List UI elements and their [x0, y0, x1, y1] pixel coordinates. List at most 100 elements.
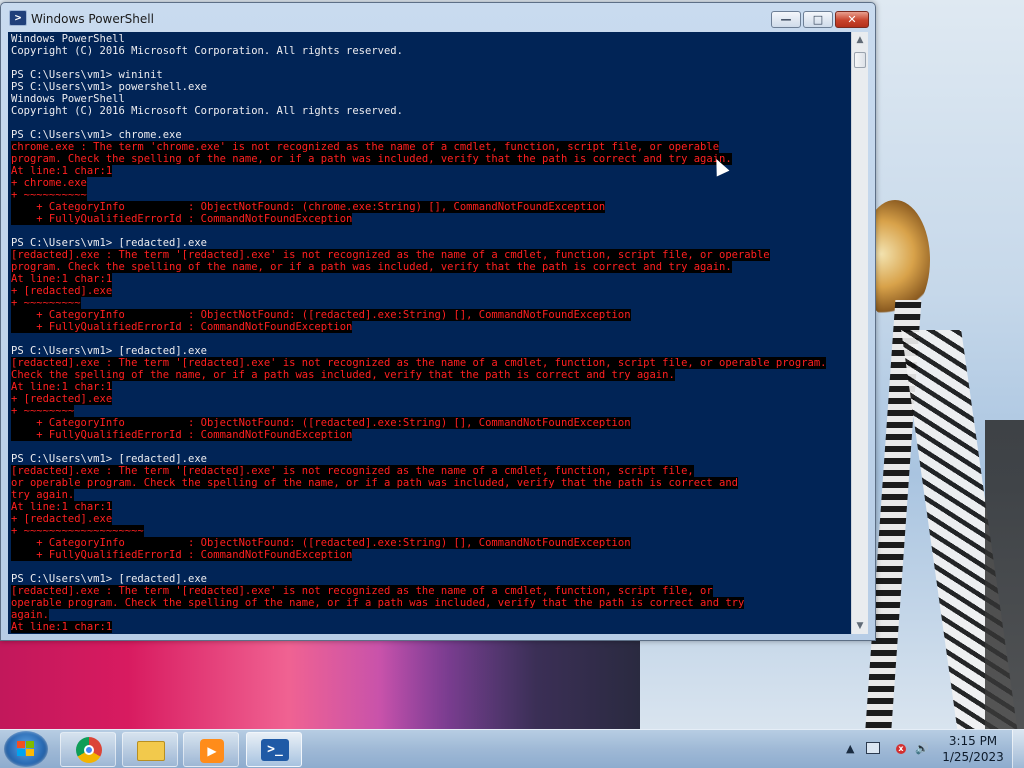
console-line-text: At line:1 char:1 [11, 165, 113, 177]
console-error-line: + FullyQualifiedErrorId : CommandNotFoun… [11, 321, 826, 333]
console-error-line: program. Check the spelling of the name,… [11, 261, 826, 273]
folder-icon [137, 741, 165, 761]
console-output-line [11, 561, 826, 573]
vertical-scrollbar[interactable]: ▲ ▼ [851, 32, 868, 634]
console-output-line [11, 333, 826, 345]
powershell-icon[interactable]: > [9, 10, 27, 26]
console-error-line: try again. [11, 489, 826, 501]
console-error-line: + CategoryInfo : ObjectNotFound: (chrome… [11, 201, 826, 213]
console-line-text: At line:1 char:1 [11, 501, 113, 513]
window-titlebar[interactable]: > Windows PowerShell — □ ✕ [1, 3, 875, 31]
maximize-icon: □ [812, 13, 824, 26]
taskbar-powershell-button[interactable]: >_ [246, 732, 302, 767]
console-error-line: or operable program. Check the spelling … [11, 477, 826, 489]
console-error-line: + ~~~~~~~~~~~~~~~~~~~ [11, 525, 826, 537]
console-error-line: At line:1 char:1 [11, 273, 826, 285]
console-line-text: chrome.exe : The term 'chrome.exe' is no… [11, 141, 720, 153]
taskbar-explorer-button[interactable] [122, 732, 178, 767]
wallpaper-building-shadow [380, 640, 640, 729]
console-error-line: At line:1 char:1 [11, 165, 826, 177]
console-line-text: PS C:\Users\vm1> [redacted].exe [11, 345, 207, 357]
console-error-line: + [redacted].exe [11, 285, 826, 297]
show-hidden-icons-icon[interactable]: ▲ [846, 742, 854, 755]
console-output[interactable]: Windows PowerShell Copyright (C) 2016 Mic… [8, 32, 851, 634]
console-line-text: [redacted].exe : The term '[redacted].ex… [11, 585, 713, 597]
start-button[interactable] [4, 731, 48, 767]
show-desktop-button[interactable] [1012, 730, 1024, 768]
console-output-line: PS C:\Users\vm1> wininit [11, 69, 826, 81]
clock-time: 3:15 PM [948, 734, 998, 748]
console-error-line: [redacted].exe : The term '[redacted].ex… [11, 249, 826, 261]
console-line-text: Windows PowerShell [11, 33, 125, 45]
console-output-line: Copyright (C) 2016 Microsoft Corporation… [11, 105, 826, 117]
close-button[interactable]: ✕ [835, 11, 869, 28]
console-error-line: operable program. Check the spelling of … [11, 597, 826, 609]
console-error-line: At line:1 char:1 [11, 381, 826, 393]
maximize-button[interactable]: □ [803, 11, 833, 28]
console-line-text: PS C:\Users\vm1> [redacted].exe [11, 573, 207, 585]
console-error-line: [redacted].exe : The term '[redacted].ex… [11, 465, 826, 477]
console-error-line: + ~~~~~~~~~~ [11, 189, 826, 201]
console-output-line [11, 441, 826, 453]
console-error-line: + FullyQualifiedErrorId : CommandNotFoun… [11, 213, 826, 225]
scroll-up-icon[interactable]: ▲ [852, 32, 868, 48]
console-output-line [11, 57, 826, 69]
console-line-text: + FullyQualifiedErrorId : CommandNotFoun… [11, 549, 353, 561]
taskbar-clock[interactable]: 3:15 PM 1/25/2023 [938, 733, 1008, 765]
console-line-text: + chrome.exe [11, 177, 87, 189]
console-line-text: + CategoryInfo : ObjectNotFound: ([redac… [11, 309, 631, 321]
console-line-text: PS C:\Users\vm1> [redacted].exe [11, 453, 207, 465]
taskbar-chrome-button[interactable] [60, 732, 116, 767]
console-line-text: + CategoryInfo : ObjectNotFound: ([redac… [11, 537, 631, 549]
console-error-line: + FullyQualifiedErrorId : CommandNotFoun… [11, 429, 826, 441]
windows-start-icon [17, 741, 35, 757]
console-line-text: + FullyQualifiedErrorId : CommandNotFoun… [11, 321, 353, 333]
console-line-text: try again. [11, 489, 75, 501]
console-line-text: [redacted].exe : The term '[redacted].ex… [11, 357, 827, 369]
console-lines: Windows PowerShell Copyright (C) 2016 Mic… [11, 33, 827, 633]
console-error-line: + [redacted].exe [11, 393, 826, 405]
network-icon[interactable] [866, 742, 880, 754]
minimize-button[interactable]: — [771, 11, 801, 28]
console-error-line: again. [11, 609, 826, 621]
console-line-text: program. Check the spelling of the name,… [11, 153, 732, 165]
scrollbar-thumb[interactable] [854, 52, 866, 68]
console-error-line: + chrome.exe [11, 177, 826, 189]
volume-icon[interactable]: 🔊 [915, 742, 929, 755]
close-icon: ✕ [847, 13, 857, 26]
console-error-line: At line:1 char:1 [11, 501, 826, 513]
console-line-text: PS C:\Users\vm1> [redacted].exe [11, 237, 207, 249]
console-error-line: + FullyQualifiedErrorId : CommandNotFoun… [11, 549, 826, 561]
console-line-text: + CategoryInfo : ObjectNotFound: ([redac… [11, 417, 631, 429]
taskbar: ▶ >_ ▲ x 🔊 3:15 PM 1/25/2023 [0, 729, 1024, 768]
console-line-text: + [redacted].exe [11, 393, 113, 405]
console-output-line: Windows PowerShell [11, 93, 826, 105]
console-output-line: PS C:\Users\vm1> chrome.exe [11, 129, 826, 141]
console-line-text: Copyright (C) 2016 Microsoft Corporation… [11, 45, 403, 57]
console-line-text: program. Check the spelling of the name,… [11, 261, 732, 273]
console-line-text: + ~~~~~~~~~~ [11, 189, 87, 201]
scroll-down-icon[interactable]: ▼ [852, 618, 868, 634]
console-line-text: [redacted].exe : The term '[redacted].ex… [11, 465, 694, 477]
powershell-window[interactable]: > Windows PowerShell — □ ✕ Windows Power… [0, 2, 876, 641]
console-error-line: program. Check the spelling of the name,… [11, 153, 826, 165]
action-center-icon[interactable]: x [890, 742, 906, 754]
console-output-line [11, 225, 826, 237]
console-error-line: + CategoryInfo : ObjectNotFound: ([redac… [11, 537, 826, 549]
console-line-text: + ~~~~~~~~~~~~~~~~~~~ [11, 525, 144, 537]
console-output-line: Windows PowerShell [11, 33, 826, 45]
console-line-text: [redacted].exe : The term '[redacted].ex… [11, 249, 770, 261]
console-line-text: Copyright (C) 2016 Microsoft Corporation… [11, 105, 403, 117]
console-line-text: PS C:\Users\vm1> powershell.exe [11, 81, 207, 93]
console-output-line: Copyright (C) 2016 Microsoft Corporation… [11, 45, 826, 57]
powershell-icon: >_ [261, 739, 289, 761]
console-line-text: At line:1 char:1 [11, 381, 113, 393]
console-error-line: At line:1 char:1 [11, 621, 826, 633]
console-error-line: + ~~~~~~~~ [11, 405, 826, 417]
console-line-text: Windows PowerShell [11, 93, 125, 105]
console-output-line: PS C:\Users\vm1> [redacted].exe [11, 345, 826, 357]
console-line-text: + ~~~~~~~~~ [11, 297, 81, 309]
taskbar-media-player-button[interactable]: ▶ [183, 732, 239, 767]
console-output-line: PS C:\Users\vm1> [redacted].exe [11, 453, 826, 465]
window-title: Windows PowerShell [31, 12, 154, 26]
